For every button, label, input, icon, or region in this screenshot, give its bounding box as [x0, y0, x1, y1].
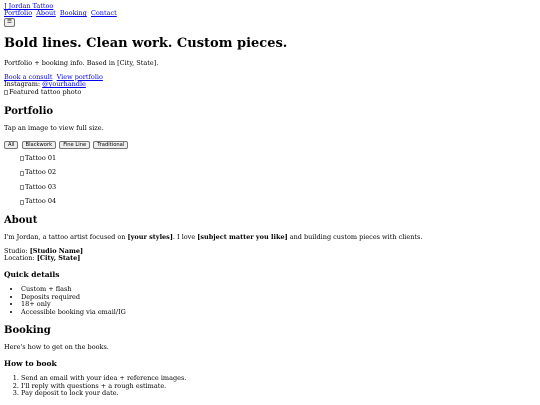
list-item: Pay deposit to lock your date.	[21, 389, 540, 397]
location-value: [City, State]	[36, 254, 81, 263]
nav-contact[interactable]: Contact	[91, 9, 117, 17]
about-text-part: I'm Jordan, a tattoo artist focused on	[4, 233, 128, 242]
tattoo-image-alt: Tattoo 01	[25, 153, 57, 162]
booking-heading: Booking	[4, 325, 51, 337]
booking-section: Booking Here's how to get on the books. …	[4, 325, 540, 398]
broken-image-icon	[20, 170, 24, 176]
about-text-part: and building custom pieces with clients.	[287, 233, 423, 242]
about-subject: [subject matter you like]	[197, 233, 288, 242]
featured-image-alt: Featured tattoo photo	[9, 87, 82, 96]
hero-section: Bold lines. Clean work. Custom pieces. P…	[4, 35, 540, 97]
list-item: Accessible booking via email/IG	[21, 308, 540, 316]
filter-all-button[interactable]: All	[4, 140, 19, 149]
portfolio-filters: All Blackwork Fine Line Traditional	[4, 140, 540, 149]
location-line: Location: [City, State]	[4, 255, 540, 262]
hero-title: Bold lines. Clean work. Custom pieces.	[4, 35, 288, 51]
tattoo-image-alt: Tattoo 04	[25, 197, 57, 206]
how-to-book-heading: How to book	[4, 358, 57, 368]
tattoo-image[interactable]: Tattoo 01	[20, 153, 57, 162]
portfolio-heading: Portfolio	[4, 106, 54, 118]
booking-steps-list: Send an email with your idea + reference…	[4, 374, 540, 397]
gallery-item[interactable]: Tattoo 04	[20, 197, 540, 206]
booking-intro: Here's how to get on the books.	[4, 343, 109, 352]
instagram-line: Instagram: @yourhandle	[4, 80, 540, 89]
quick-details-list: Custom + flash Deposits required 18+ onl…	[4, 285, 540, 316]
list-item: Custom + flash	[21, 285, 540, 293]
filter-blackwork-button[interactable]: Blackwork	[21, 140, 57, 149]
main-nav: Portfolio About Booking Contact	[4, 10, 540, 17]
about-styles: [your styles]	[127, 233, 173, 242]
gallery-item[interactable]: Tattoo 03	[20, 182, 540, 192]
menu-toggle-button[interactable]: ☰	[4, 17, 15, 27]
hero-subtitle: Portfolio + booking info. Based in [City…	[4, 59, 159, 68]
studio-line: Studio: [Studio Name]	[4, 247, 540, 255]
instagram-handle-link[interactable]: @yourhandle	[42, 80, 86, 88]
nav-about[interactable]: About	[36, 9, 56, 17]
gallery-item[interactable]: Tattoo 02	[20, 168, 540, 177]
site-header: J Jordan Tattoo Portfolio About Booking …	[4, 2, 540, 27]
quick-details-heading: Quick details	[4, 269, 60, 279]
tattoo-image[interactable]: Tattoo 04	[20, 197, 57, 206]
broken-image-icon	[20, 185, 24, 191]
nav-booking[interactable]: Booking	[60, 9, 87, 17]
portfolio-hint: Tap an image to view full size.	[4, 124, 104, 133]
filter-traditional-button[interactable]: Traditional	[93, 140, 129, 149]
tattoo-image[interactable]: Tattoo 03	[20, 182, 57, 191]
about-text: I'm Jordan, a tattoo artist focused on […	[4, 234, 540, 241]
about-section: About I'm Jordan, a tattoo artist focuse…	[4, 215, 540, 316]
list-item: Deposits required	[21, 293, 540, 301]
portfolio-gallery: Tattoo 01 Tattoo 02 Tattoo 03 Tattoo 04	[4, 153, 540, 207]
tattoo-image-alt: Tattoo 02	[25, 168, 57, 177]
about-heading: About	[4, 215, 38, 227]
location-label: Location:	[4, 254, 35, 263]
tattoo-image-alt: Tattoo 03	[25, 182, 57, 191]
gallery-item[interactable]: Tattoo 01	[20, 153, 540, 163]
broken-image-icon	[4, 89, 8, 95]
broken-image-icon	[20, 156, 24, 162]
instagram-label: Instagram:	[4, 80, 41, 89]
nav-portfolio[interactable]: Portfolio	[4, 9, 32, 17]
about-text-part: . I love	[172, 233, 198, 242]
featured-tattoo-image: Featured tattoo photo	[4, 87, 82, 96]
broken-image-icon	[20, 199, 24, 205]
filter-fine-line-button[interactable]: Fine Line	[59, 140, 91, 149]
tattoo-image[interactable]: Tattoo 02	[20, 168, 57, 177]
portfolio-section: Portfolio Tap an image to view full size…	[4, 106, 540, 206]
page: J Jordan Tattoo Portfolio About Booking …	[0, 0, 540, 398]
